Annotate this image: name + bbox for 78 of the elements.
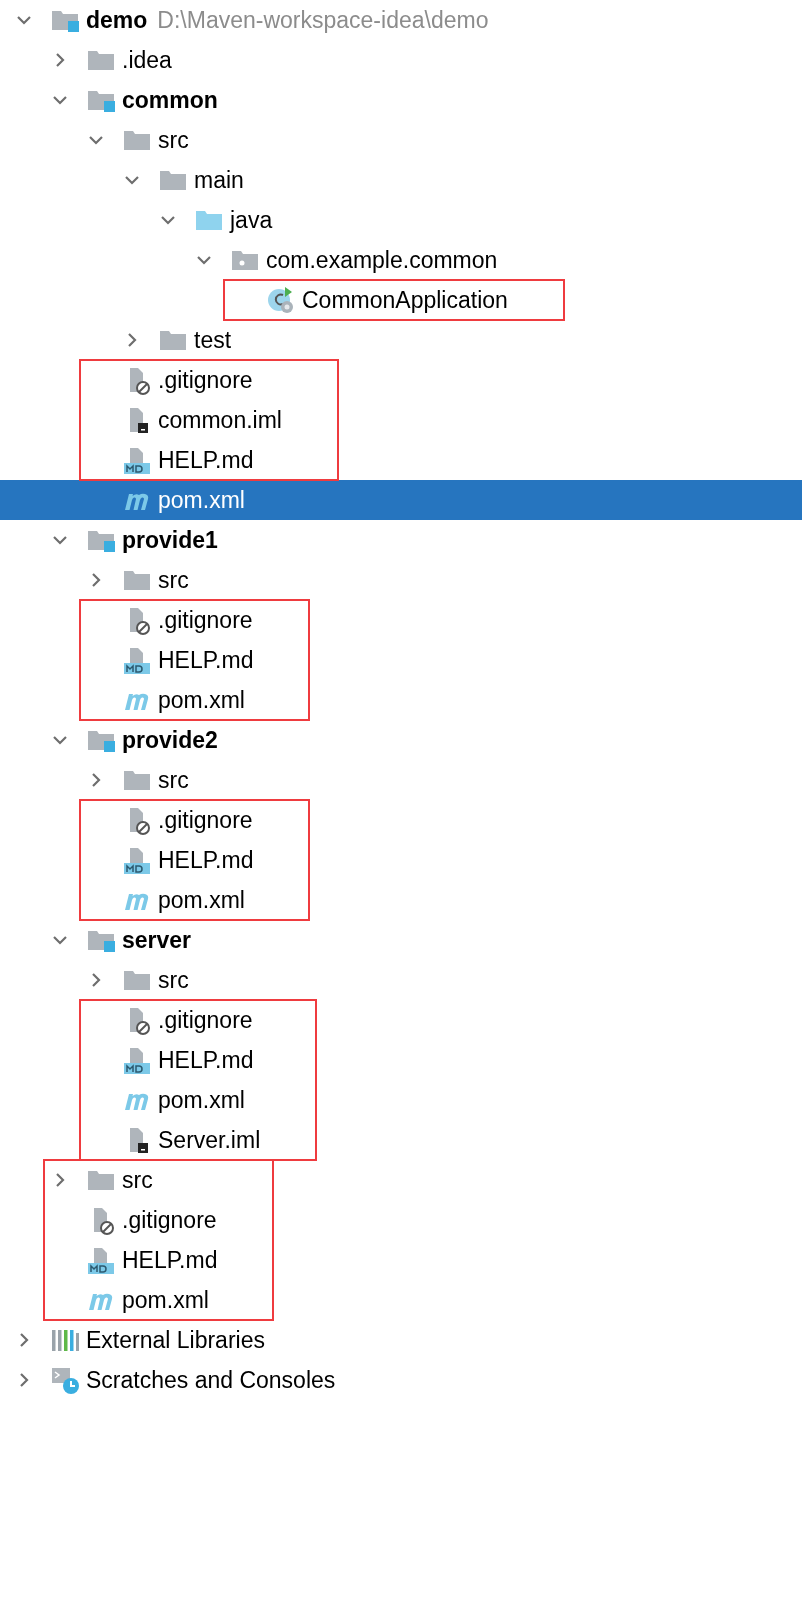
item-label: com.example.common: [266, 246, 498, 274]
item-label: HELP.md: [158, 646, 254, 674]
item-label: .gitignore: [158, 606, 253, 634]
tree-item[interactable]: pom.xml: [80, 680, 254, 720]
tree-item[interactable]: External Libraries: [0, 1320, 802, 1360]
tree-item[interactable]: .gitignore: [44, 1200, 218, 1240]
tree-item[interactable]: HELP.md: [80, 840, 254, 880]
tree-item[interactable]: common: [0, 80, 802, 120]
item-label: HELP.md: [122, 1246, 218, 1274]
tree-item[interactable]: java: [0, 200, 802, 240]
item-label: HELP.md: [158, 446, 254, 474]
tree-item[interactable]: src: [44, 1160, 218, 1200]
tree-item[interactable]: provide1: [0, 520, 802, 560]
path-hint: D:\Maven-workspace-idea\demo: [157, 6, 489, 34]
tree-item[interactable]: .gitignore: [80, 800, 254, 840]
item-label: pom.xml: [122, 1286, 209, 1314]
item-label: .gitignore: [158, 1006, 253, 1034]
tree-item[interactable]: HELP.md: [80, 440, 282, 480]
tree-item[interactable]: pom.xml: [80, 880, 254, 920]
tree-item[interactable]: src: [0, 560, 802, 600]
item-label: common: [122, 86, 218, 114]
item-label: src: [122, 1166, 153, 1194]
item-label: src: [158, 126, 189, 154]
tree-item[interactable]: provide2: [0, 720, 802, 760]
tree-item[interactable]: HELP.md: [80, 1040, 261, 1080]
item-label: Server.iml: [158, 1126, 261, 1154]
item-label: src: [158, 766, 189, 794]
item-label: provide1: [122, 526, 218, 554]
tree-item[interactable]: HELP.md: [44, 1240, 218, 1280]
item-label: server: [122, 926, 192, 954]
tree-item[interactable]: src: [0, 760, 802, 800]
item-label: HELP.md: [158, 846, 254, 874]
item-label: CommonApplication: [302, 286, 508, 314]
tree-item[interactable]: test: [0, 320, 802, 360]
item-label: .gitignore: [158, 366, 253, 394]
tree-item[interactable]: .gitignore: [80, 360, 282, 400]
tree-item[interactable]: common.iml: [80, 400, 282, 440]
markdown-file-icon: [122, 1045, 152, 1075]
tree-item[interactable]: main: [0, 160, 802, 200]
tree-item[interactable]: com.example.common: [0, 240, 802, 280]
item-label: .gitignore: [158, 806, 253, 834]
tree-item[interactable]: .gitignore: [80, 600, 254, 640]
item-label: common.iml: [158, 406, 282, 434]
item-label: .idea: [122, 46, 172, 74]
item-label: java: [230, 206, 273, 234]
item-label: demo: [86, 6, 148, 34]
item-label: External Libraries: [86, 1326, 265, 1354]
tree-item[interactable]: src: [0, 960, 802, 1000]
tree-item[interactable]: Server.iml: [80, 1120, 261, 1160]
markdown-file-icon: [122, 645, 152, 675]
tree-item[interactable]: .gitignore: [80, 1000, 261, 1040]
tree-item[interactable]: .idea: [0, 40, 802, 80]
item-label: HELP.md: [158, 1046, 254, 1074]
class-icon: [266, 285, 296, 315]
tree-item[interactable]: HELP.md: [80, 640, 254, 680]
item-label: pom.xml: [158, 1086, 245, 1114]
tree-item[interactable]: pom.xml: [44, 1280, 218, 1320]
markdown-file-icon: [122, 845, 152, 875]
item-label: pom.xml: [158, 486, 245, 514]
item-label: src: [158, 966, 189, 994]
tree-item[interactable]: server: [0, 920, 802, 960]
item-label: pom.xml: [158, 886, 245, 914]
tree-item[interactable]: demo D:\Maven-workspace-idea\demo: [0, 0, 802, 40]
tree-item[interactable]: pom.xml: [80, 1080, 261, 1120]
tree-item[interactable]: pom.xml: [0, 480, 802, 520]
item-label: provide2: [122, 726, 218, 754]
tree-item[interactable]: Scratches and Consoles: [0, 1360, 802, 1400]
markdown-file-icon: [122, 445, 152, 475]
item-label: Scratches and Consoles: [86, 1366, 336, 1394]
tree-item[interactable]: src: [0, 120, 802, 160]
scratches-icon: [50, 1365, 80, 1395]
tree-item[interactable]: CommonApplication: [224, 280, 508, 320]
markdown-file-icon: [86, 1245, 116, 1275]
item-label: src: [158, 566, 189, 594]
item-label: test: [194, 326, 232, 354]
item-label: main: [194, 166, 244, 194]
item-label: .gitignore: [122, 1206, 217, 1234]
item-label: pom.xml: [158, 686, 245, 714]
